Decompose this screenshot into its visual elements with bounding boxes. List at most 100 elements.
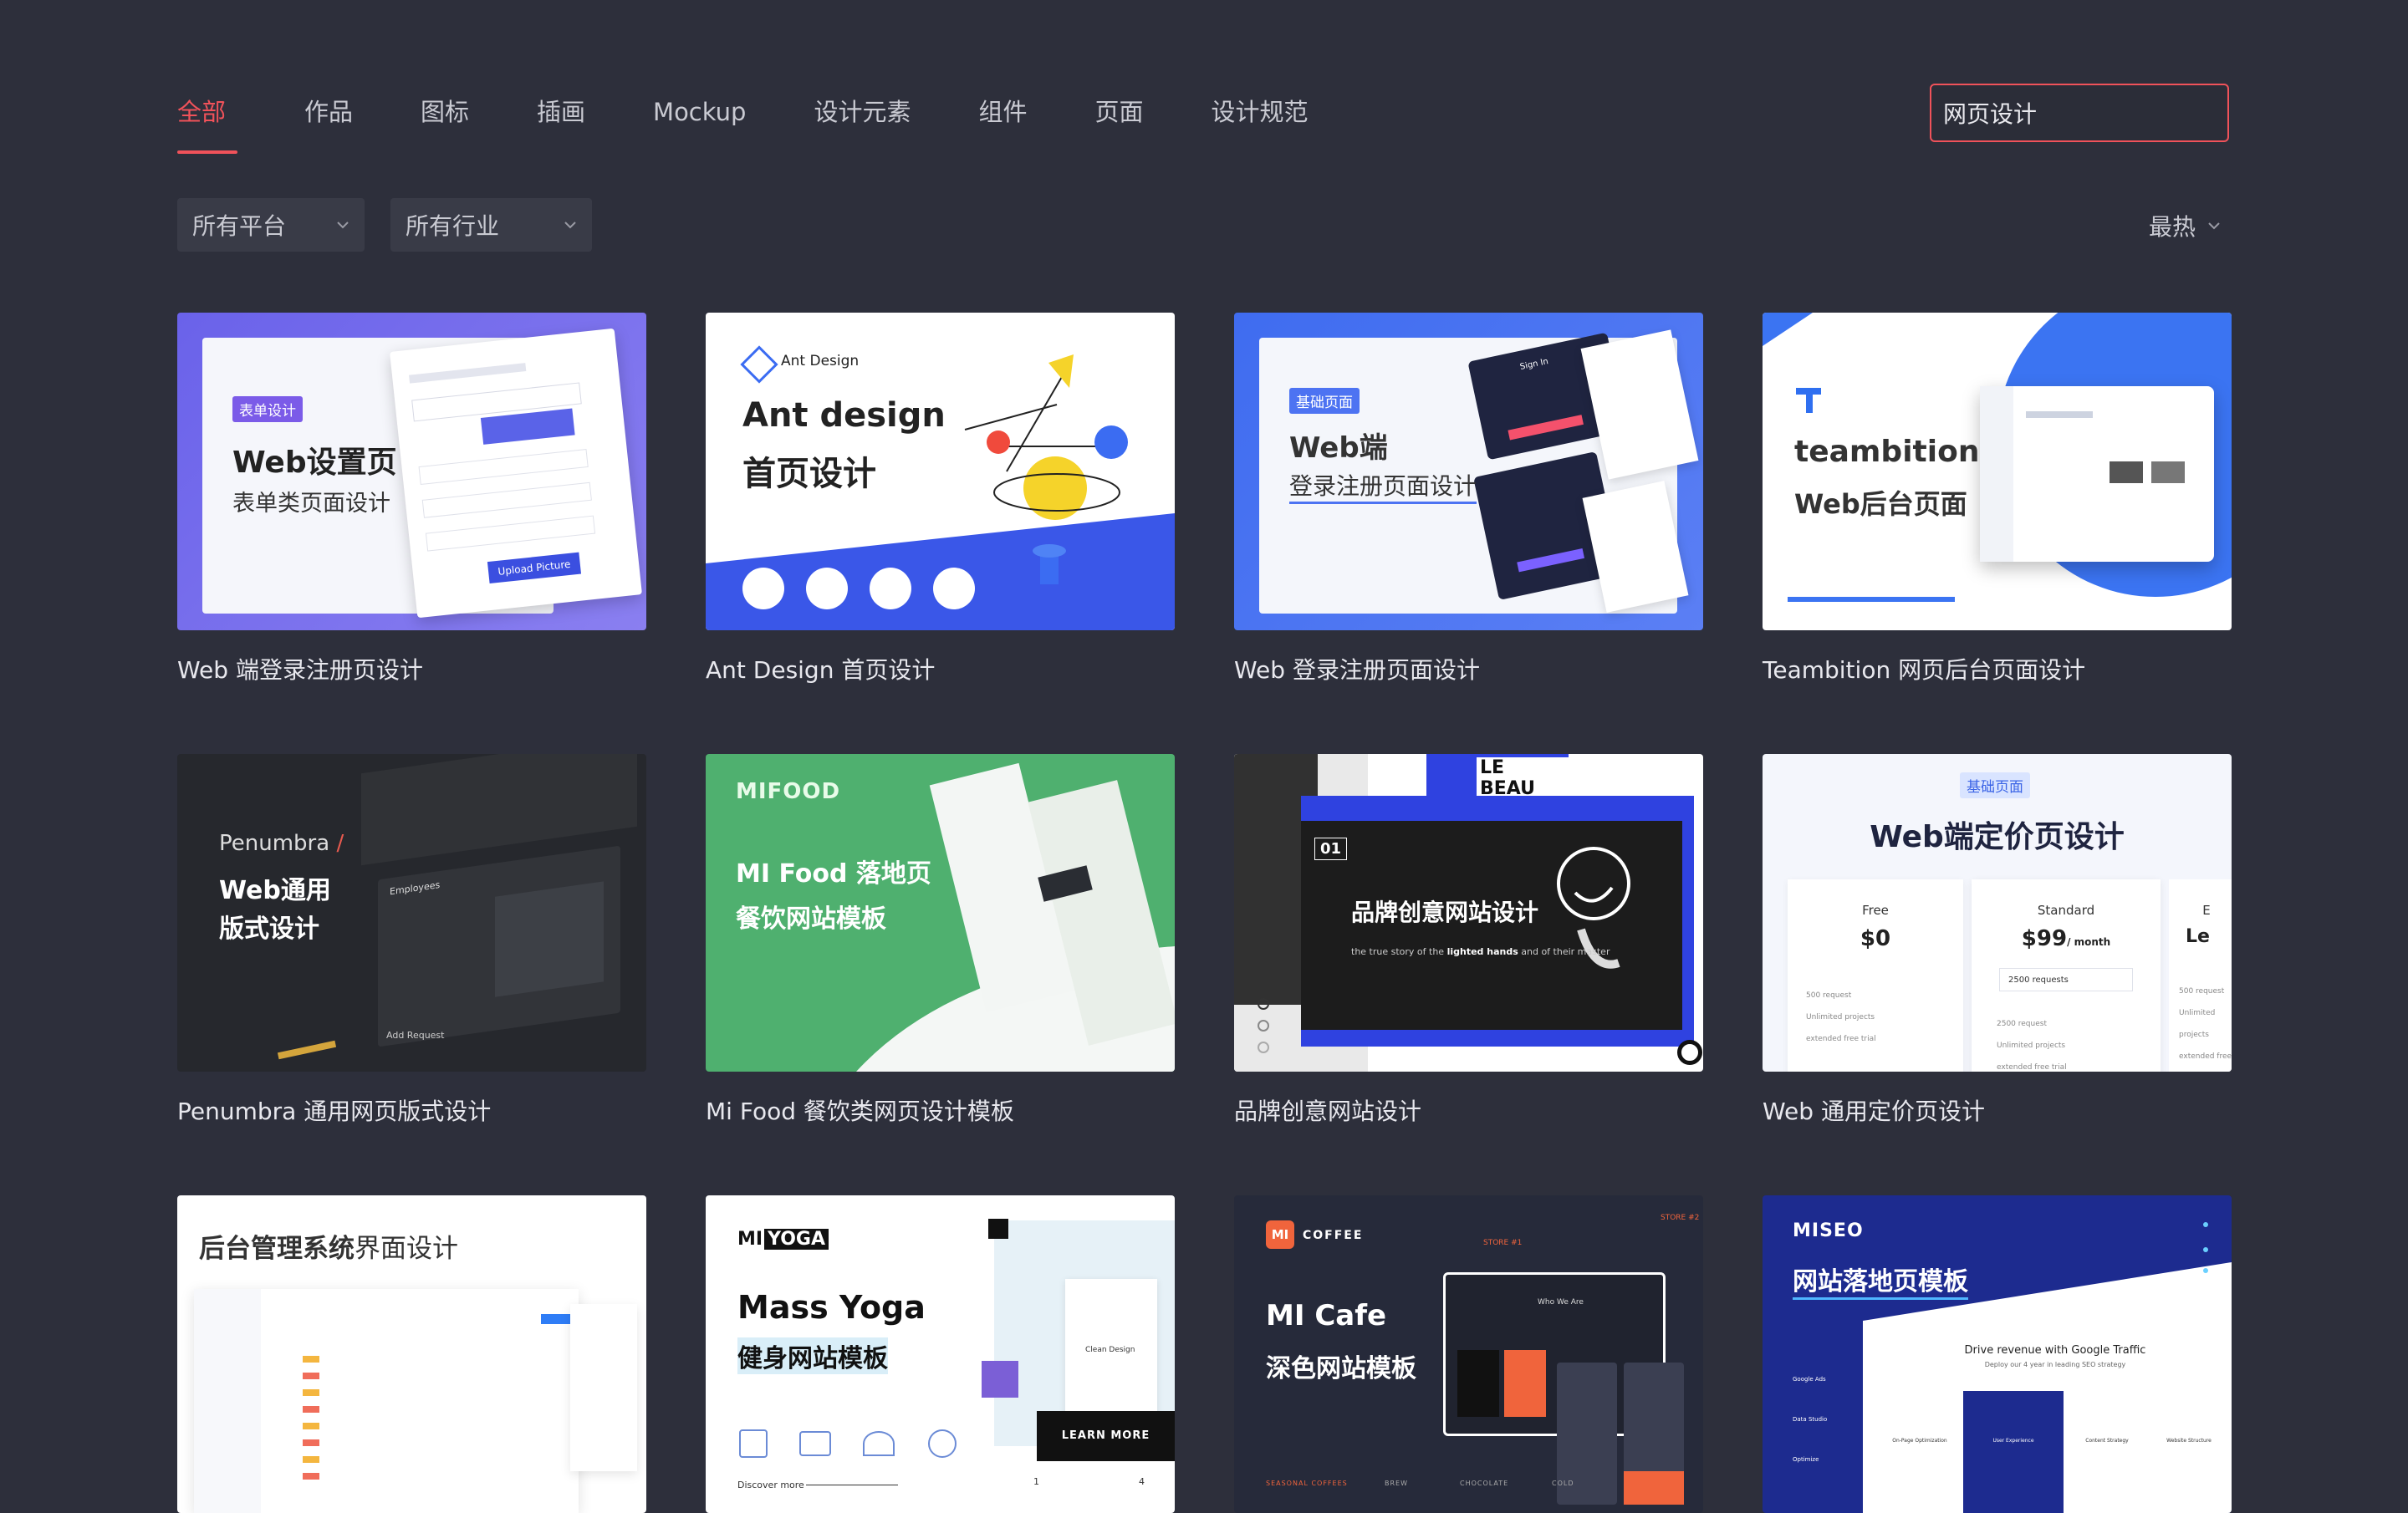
- tab-components[interactable]: 组件: [978, 90, 1027, 154]
- chart-icon: [870, 568, 911, 609]
- store-label: STORE #2: [1661, 1214, 1700, 1222]
- plan-feature: extended free trial: [1806, 1035, 1876, 1043]
- card-tagline: the true story of the lighted hands and …: [1351, 946, 1610, 957]
- slide-dot[interactable]: [1258, 998, 1269, 1010]
- card-caption[interactable]: Web 端登录注册页设计: [177, 652, 646, 685]
- card-thumbnail: Employees Add Request Penumbra / Web通用 版…: [177, 754, 646, 1072]
- poster-text: LE BEAU: [1477, 757, 1569, 799]
- card-title: teambition: [1794, 435, 1980, 469]
- industry-filter-label: 所有行业: [406, 212, 500, 240]
- tab-all[interactable]: 全部: [177, 90, 237, 154]
- card-title-bold: 后台管理系统: [199, 1234, 355, 1264]
- card-brand: COFFEE: [1303, 1229, 1364, 1242]
- footer-tab: COLD: [1552, 1480, 1574, 1487]
- learn-more-button[interactable]: LEARN MORE: [1037, 1411, 1175, 1461]
- requests-select[interactable]: 2500 requests: [1999, 968, 2133, 991]
- who-we-are-label: Who We Are: [1538, 1298, 1584, 1307]
- card-ant-design[interactable]: Ant Design Ant design 首页设计 Ant Design 首页…: [706, 313, 1175, 685]
- card-mi-food[interactable]: MIFOOD MI Food 落地页 餐饮网站模板 Mi Food 餐饮类网页设…: [706, 754, 1175, 1127]
- card-title-rest: 界面设计: [355, 1234, 458, 1264]
- card-mass-yoga[interactable]: Clean Design LEARN MORE MI YOGA Mass Yoga…: [706, 1195, 1175, 1513]
- card-title: MI Cafe: [1266, 1299, 1387, 1332]
- chevron-down-icon: [564, 222, 576, 229]
- card-subtitle: 深色网站模板: [1266, 1354, 1416, 1383]
- plan-price: $0: [1860, 926, 1891, 951]
- plan-feature: 2500 request: [1997, 1020, 2047, 1028]
- tab-works[interactable]: 作品: [304, 90, 353, 154]
- card-thumbnail: LE BEAU 01 品牌创意网站设计 the true story of th…: [1234, 754, 1703, 1072]
- card-caption[interactable]: Web 登录注册页面设计: [1234, 652, 1703, 685]
- card-brand-yoga: YOGA: [764, 1229, 829, 1250]
- store-label: STORE #1: [1483, 1239, 1523, 1247]
- side-item: Google Ads: [1793, 1376, 1826, 1383]
- card-mi-cafe[interactable]: Who We Are MI COFFEE STORE #1 STORE #2 M…: [1234, 1195, 1703, 1513]
- card-thumbnail: MISEO 网站落地页模板 Drive revenue with Google …: [1763, 1195, 2232, 1513]
- sort-dropdown[interactable]: 最热: [2149, 209, 2221, 242]
- plan-feature: 500 request: [2179, 987, 2225, 996]
- card-title: Web端定价页设计: [1870, 820, 2125, 854]
- yoga-pose-icon: [982, 1361, 1018, 1398]
- card-title: 网站落地页模板: [1793, 1261, 1968, 1300]
- card-subtitle: 餐饮网站模板: [736, 904, 886, 934]
- card-title: Ant design: [742, 396, 946, 435]
- platform-filter[interactable]: 所有平台: [177, 198, 365, 252]
- sign-in-label: Sign In: [1518, 357, 1549, 372]
- slide-dot[interactable]: [1258, 1042, 1269, 1053]
- industry-filter[interactable]: 所有行业: [390, 198, 592, 252]
- card-title: Web端: [1289, 431, 1388, 465]
- card-title: Web通用: [219, 876, 331, 905]
- card-badge: 表单设计: [232, 396, 303, 422]
- card-admin-system[interactable]: 后台管理系统界面设计: [177, 1195, 646, 1513]
- card-thumbnail: Sign In 基础页面 Web端 登录注册页面设计: [1234, 313, 1703, 630]
- card-subtitle: Web后台页面: [1794, 488, 1967, 520]
- card-caption[interactable]: Ant Design 首页设计: [706, 652, 1175, 685]
- plan-price: $99: [2021, 926, 2068, 951]
- footer-tab: BREW: [1385, 1480, 1409, 1487]
- card-subhead: Deploy our 4 year in leading SEO strateg…: [1984, 1361, 2126, 1368]
- tab-illustrations[interactable]: 插画: [537, 90, 585, 154]
- card-caption[interactable]: Mi Food 餐饮类网页设计模板: [706, 1093, 1175, 1127]
- slide-dot[interactable]: [1258, 1020, 1269, 1032]
- chevron-down-icon: [337, 222, 349, 229]
- card-brand: Ant Design: [781, 353, 860, 369]
- card-pricing[interactable]: 基础页面 Web端定价页设计 Free $0 500 request Unlim…: [1763, 754, 2232, 1127]
- feature-label: Content Strategy: [2085, 1438, 2129, 1444]
- tab-design-specs[interactable]: 设计规范: [1212, 90, 1309, 154]
- tab-design-elements[interactable]: 设计元素: [814, 90, 911, 154]
- plan-feature: Unlimited projects: [2179, 1009, 2216, 1039]
- tab-mockup[interactable]: Mockup: [653, 90, 746, 154]
- card-thumbnail: Who We Are MI COFFEE STORE #1 STORE #2 M…: [1234, 1195, 1703, 1513]
- card-thumbnail: Ant Design Ant design 首页设计: [706, 313, 1175, 630]
- plan-name: Free: [1862, 903, 1889, 918]
- plan-period: / month: [2067, 936, 2111, 948]
- card-subtitle: 登录注册页面设计: [1289, 468, 1477, 504]
- card-thumbnail: teambition Web后台页面: [1763, 313, 2232, 630]
- card-caption[interactable]: 品牌创意网站设计: [1234, 1093, 1703, 1127]
- plan-name: E: [2202, 903, 2211, 918]
- card-subtitle: 版式设计: [219, 914, 319, 944]
- card-number: 01: [1314, 838, 1348, 860]
- card-brand: Penumbra: [219, 831, 330, 856]
- sunrise-icon: [863, 1431, 895, 1456]
- card-brand-creative[interactable]: LE BEAU 01 品牌创意网站设计 the true story of th…: [1234, 754, 1703, 1127]
- card-teambition[interactable]: teambition Web后台页面 Teambition 网页后台页面设计: [1763, 313, 2232, 685]
- search-input[interactable]: [1931, 85, 2227, 140]
- card-badge: 基础页面: [1960, 772, 2030, 798]
- bulb-icon: [742, 568, 784, 609]
- card-miseo[interactable]: MISEO 网站落地页模板 Drive revenue with Google …: [1763, 1195, 2232, 1513]
- card-web-login[interactable]: Sign In 基础页面 Web端 登录注册页面设计 Web 登录注册页面设计: [1234, 313, 1703, 685]
- card-caption[interactable]: Penumbra 通用网页版式设计: [177, 1093, 646, 1127]
- card-penumbra[interactable]: Employees Add Request Penumbra / Web通用 版…: [177, 754, 646, 1127]
- tab-pages[interactable]: 页面: [1094, 90, 1143, 154]
- tab-icons[interactable]: 图标: [421, 90, 469, 154]
- discover-more-link[interactable]: Discover more: [737, 1480, 804, 1490]
- prev-arrow-icon[interactable]: [988, 1219, 1008, 1239]
- page-end: 4: [1139, 1476, 1145, 1487]
- plan-feature: Unlimited projects: [1997, 1042, 2066, 1050]
- card-web-settings[interactable]: Upload Picture 表单设计 Web设置页 表单类页面设计 Web 端…: [177, 313, 646, 685]
- card-caption[interactable]: Web 通用定价页设计: [1763, 1093, 2232, 1127]
- scroll-indicator-icon: [1677, 1040, 1702, 1065]
- card-brand-mi: MI: [737, 1229, 763, 1250]
- platform-filter-label: 所有平台: [192, 212, 287, 240]
- card-caption[interactable]: Teambition 网页后台页面设计: [1763, 652, 2232, 685]
